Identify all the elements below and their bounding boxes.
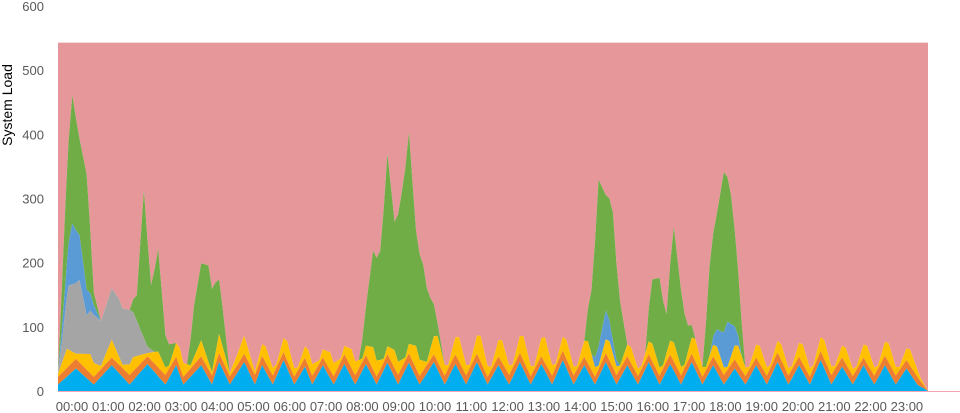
x-tick-label: 13:00 bbox=[528, 399, 561, 413]
y-tick-label: 400 bbox=[22, 127, 44, 142]
x-tick-label: 15:00 bbox=[600, 399, 633, 413]
x-tick-label: 10:00 bbox=[419, 399, 452, 413]
y-axis-ticks: 0 100 200 300 400 500 600 bbox=[22, 0, 44, 399]
y-axis-label: System Load bbox=[0, 64, 15, 146]
x-tick-label: 18:00 bbox=[709, 399, 742, 413]
x-tick-label: 21:00 bbox=[818, 399, 851, 413]
x-tick-label: 09:00 bbox=[382, 399, 415, 413]
series-area-6 bbox=[58, 42, 928, 391]
x-tick-label: 05:00 bbox=[237, 399, 270, 413]
x-tick-label: 19:00 bbox=[745, 399, 778, 413]
x-tick-label: 00:00 bbox=[56, 399, 89, 413]
x-tick-label: 16:00 bbox=[637, 399, 670, 413]
y-tick-label: 100 bbox=[22, 320, 44, 335]
y-tick-label: 300 bbox=[22, 192, 44, 207]
x-tick-label: 06:00 bbox=[274, 399, 307, 413]
x-tick-label: 17:00 bbox=[673, 399, 706, 413]
x-axis-ticks: 00:00 01:00 02:00 03:00 04:00 05:00 06:00 07:00… bbox=[56, 399, 923, 413]
x-tick-label: 12:00 bbox=[491, 399, 524, 413]
x-tick-label: 02:00 bbox=[128, 399, 161, 413]
x-tick-label: 14:00 bbox=[564, 399, 597, 413]
plot-area bbox=[58, 42, 928, 391]
x-tick-label: 23:00 bbox=[891, 399, 924, 413]
y-tick-label: 500 bbox=[22, 63, 44, 78]
x-tick-label: 03:00 bbox=[165, 399, 198, 413]
x-tick-label: 01:00 bbox=[92, 399, 125, 413]
x-tick-label: 22:00 bbox=[854, 399, 887, 413]
x-tick-label: 07:00 bbox=[310, 399, 343, 413]
x-tick-label: 20:00 bbox=[782, 399, 815, 413]
x-tick-label: 08:00 bbox=[346, 399, 379, 413]
area-chart: 0 100 200 300 400 500 600 00:00 01:00 02:00 03:00… bbox=[0, 0, 960, 413]
x-tick-label: 11:00 bbox=[456, 399, 488, 413]
y-tick-label: 200 bbox=[22, 256, 44, 271]
y-tick-label: 600 bbox=[22, 0, 44, 14]
y-tick-label: 0 bbox=[37, 384, 44, 399]
x-tick-label: 04:00 bbox=[201, 399, 234, 413]
